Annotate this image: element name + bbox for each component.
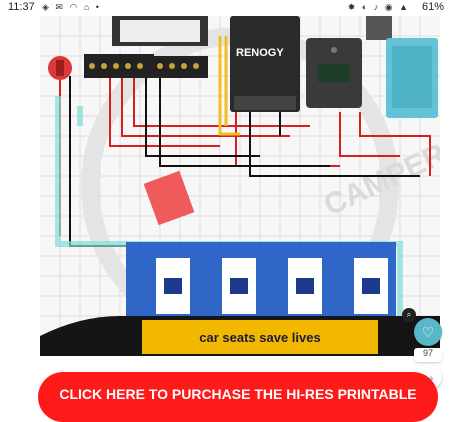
diagram-canvas: CAMPERS RENOGY [40, 16, 440, 356]
system-icons: ✸ ◐ ♪ ◉ ▲ [347, 2, 410, 12]
purchase-button[interactable]: CLICK HERE TO PURCHASE THE HI-RES PRINTA… [38, 372, 438, 422]
status-time: 11:37 [8, 1, 35, 13]
battery-indicator: 61% [422, 1, 444, 13]
battery-percent: 61% [421, 1, 444, 13]
wiring-diagram-image[interactable]: CAMPERS RENOGY car seats save lives [40, 16, 440, 356]
like-button[interactable]: ♡ [414, 318, 442, 346]
purchase-button-label: CLICK HERE TO PURCHASE THE HI-RES PRINTA… [59, 386, 417, 402]
status-bar: 11:37 ◈ ✉ ◠ ⌂ • ✸ ◐ ♪ ◉ ▲ 61% [0, 0, 450, 16]
notification-icons: ◈ ✉ ◠ ⌂ • [42, 2, 101, 12]
shunt-device [143, 170, 195, 226]
renogy-label: RENOGY [236, 47, 284, 59]
sticker-banner: car seats save lives [142, 320, 378, 354]
like-count: 97 [414, 348, 442, 362]
zoom-icon[interactable]: ⌕ [402, 308, 416, 322]
roof-entry-gland [366, 16, 392, 40]
heart-icon: ♡ [421, 323, 435, 340]
sticker-text: car seats save lives [199, 329, 321, 345]
